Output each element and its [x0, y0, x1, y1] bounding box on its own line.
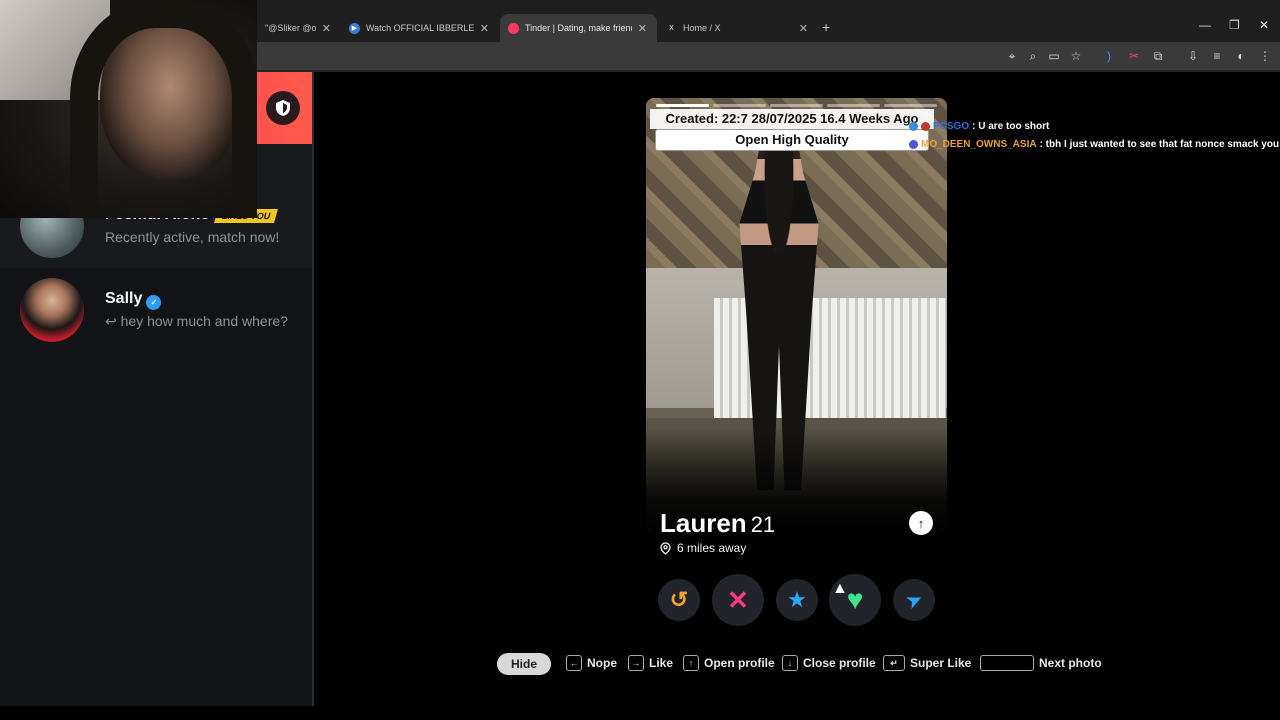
match-item[interactable]: Sally ✓ ↩ hey how much and where? [20, 278, 313, 344]
bookmark-star-icon[interactable]: ☆ [1068, 48, 1084, 64]
tab-title: Tinder | Dating, make friends & [525, 23, 632, 33]
extension-red-icon[interactable]: ✂ [1126, 48, 1142, 64]
profile-card[interactable] [646, 98, 947, 530]
close-icon[interactable]: ✕ [638, 22, 647, 35]
reply-arrow-icon: ↩ [105, 313, 117, 329]
profile-name: Lauren [660, 508, 747, 538]
chat-text: : tbh I just wanted to see that fat nonc… [1039, 139, 1280, 150]
star-icon: ★ [787, 587, 807, 612]
tab-title: "@Sliker @oatn [265, 23, 316, 33]
match-subtitle: Recently active, match now! [105, 229, 280, 245]
chat-username: MO_DEEN_OWNS_ASIA [921, 139, 1037, 150]
streamer-webcam [0, 0, 257, 218]
hint-label: Nope [587, 656, 617, 670]
arrow-left-key-icon: ← [566, 655, 582, 671]
download-icon[interactable]: ⇩ [1185, 48, 1201, 64]
hint-like: → Like [628, 654, 673, 672]
rewind-button[interactable]: ↺ [658, 579, 700, 621]
arrow-right-key-icon: → [628, 655, 644, 671]
close-icon[interactable]: ✕ [322, 22, 331, 35]
distance-text: 6 miles away [677, 541, 747, 555]
heart-icon: ♥ [846, 584, 864, 615]
hint-label: Super Like [910, 656, 972, 670]
enter-key-icon: ↵ [883, 655, 905, 671]
hint-next-photo: Next photo [980, 654, 1102, 672]
photo-indicator [884, 104, 937, 107]
hint-label: Open profile [704, 656, 775, 670]
minimize-button[interactable]: — [1199, 18, 1211, 32]
chat-badge-icon [909, 140, 918, 149]
nope-button[interactable]: ✕ [712, 574, 764, 626]
hint-open-profile: ↑ Open profile [683, 654, 775, 672]
tab-title: Watch OFFICIAL IBBERLEFT SOUT [366, 23, 474, 33]
safety-shield-button[interactable] [266, 91, 300, 125]
hint-label: Next photo [1039, 656, 1102, 670]
chat-message: MO_DEEN_OWNS_ASIA : tbh I just wanted to… [909, 139, 1280, 150]
hide-hints-button[interactable]: Hide [497, 653, 551, 675]
mouse-cursor-icon: ▲ [832, 580, 848, 597]
cast-icon[interactable]: ▭ [1046, 48, 1062, 64]
extensions-puzzle-icon[interactable]: ⧉ [1150, 48, 1166, 64]
photo-indicator [713, 104, 766, 107]
new-tab-button[interactable]: + [822, 19, 830, 35]
zoom-icon[interactable]: ⌕ [1025, 48, 1041, 64]
photo-indicator [770, 104, 823, 107]
profile-avatar-icon[interactable]: ◐ [1233, 48, 1249, 64]
hint-close-profile: ↓ Close profile [782, 654, 876, 672]
tab-title: Home / X [683, 23, 721, 33]
close-icon[interactable]: ✕ [480, 22, 489, 35]
verified-badge-icon: ✓ [146, 295, 162, 310]
boost-button[interactable]: ➤ [893, 579, 935, 621]
location-pin-icon [660, 541, 671, 555]
chat-text: : U are too short [972, 121, 1050, 132]
shield-icon [276, 100, 290, 116]
menu-kebab-icon[interactable]: ⋮ [1257, 48, 1273, 64]
location-icon[interactable]: ⌖ [1004, 48, 1020, 64]
photo-indicator [656, 104, 709, 107]
sidebar-divider [312, 72, 314, 706]
profile-age: 21 [750, 512, 776, 537]
profile-location: 6 miles away [660, 541, 746, 555]
x-logo-icon: X [669, 24, 674, 32]
arrow-up-key-icon: ↑ [683, 655, 699, 671]
chat-badge-icon [909, 122, 918, 131]
created-date-banner: Created: 22:7 28/07/2025 16.4 Weeks Ago [650, 109, 934, 129]
arrow-up-icon: ↑ [917, 515, 925, 531]
hint-nope: ← Nope [566, 654, 617, 672]
arrow-down-key-icon: ↓ [782, 655, 798, 671]
browser-tab-x[interactable]: X Home / X ✕ [658, 14, 818, 42]
site-favicon-icon: ▶ [349, 22, 360, 34]
last-message-text: hey how much and where? [120, 313, 288, 329]
match-name: Sally [105, 290, 143, 307]
chat-message: PCSGO : U are too short [909, 121, 1049, 132]
photo-progress [656, 104, 937, 107]
last-message: ↩ hey how much and where? [105, 313, 288, 330]
restore-button[interactable]: ❐ [1229, 18, 1240, 32]
hint-label: Close profile [803, 656, 876, 670]
rewind-icon: ↺ [669, 587, 689, 612]
avatar [20, 278, 84, 342]
send-arrow-icon: ➤ [901, 586, 927, 614]
tinder-flame-icon [508, 22, 519, 34]
super-like-button[interactable]: ★ [776, 579, 818, 621]
chat-username: PCSGO [933, 121, 970, 132]
browser-tab-sliker[interactable]: "@Sliker @oatn ✕ [257, 14, 341, 42]
photo-indicator [827, 104, 880, 107]
spacebar-key-icon [980, 655, 1034, 671]
media-control-icon[interactable]: ≡ [1209, 48, 1225, 64]
extension-audio-icon[interactable]: ) [1101, 48, 1117, 64]
chat-badge-icon [921, 122, 930, 131]
browser-tab-tinder[interactable]: Tinder | Dating, make friends & ✕ [500, 14, 657, 42]
profile-name-row: Lauren 21 [660, 508, 775, 539]
nope-x-icon: ✕ [727, 584, 749, 615]
close-window-button[interactable]: ✕ [1259, 18, 1269, 32]
close-icon[interactable]: ✕ [799, 22, 808, 35]
webcam-hood [70, 0, 257, 218]
browser-tab-watch[interactable]: ▶ Watch OFFICIAL IBBERLEFT SOUT ✕ [341, 14, 499, 42]
open-profile-button[interactable]: ↑ [909, 511, 933, 535]
match-name-row: Sally ✓ [105, 290, 162, 310]
hint-super-like: ↵ Super Like [883, 654, 971, 672]
hint-label: Like [649, 656, 674, 670]
open-high-quality-button[interactable]: Open High Quality [655, 129, 929, 151]
